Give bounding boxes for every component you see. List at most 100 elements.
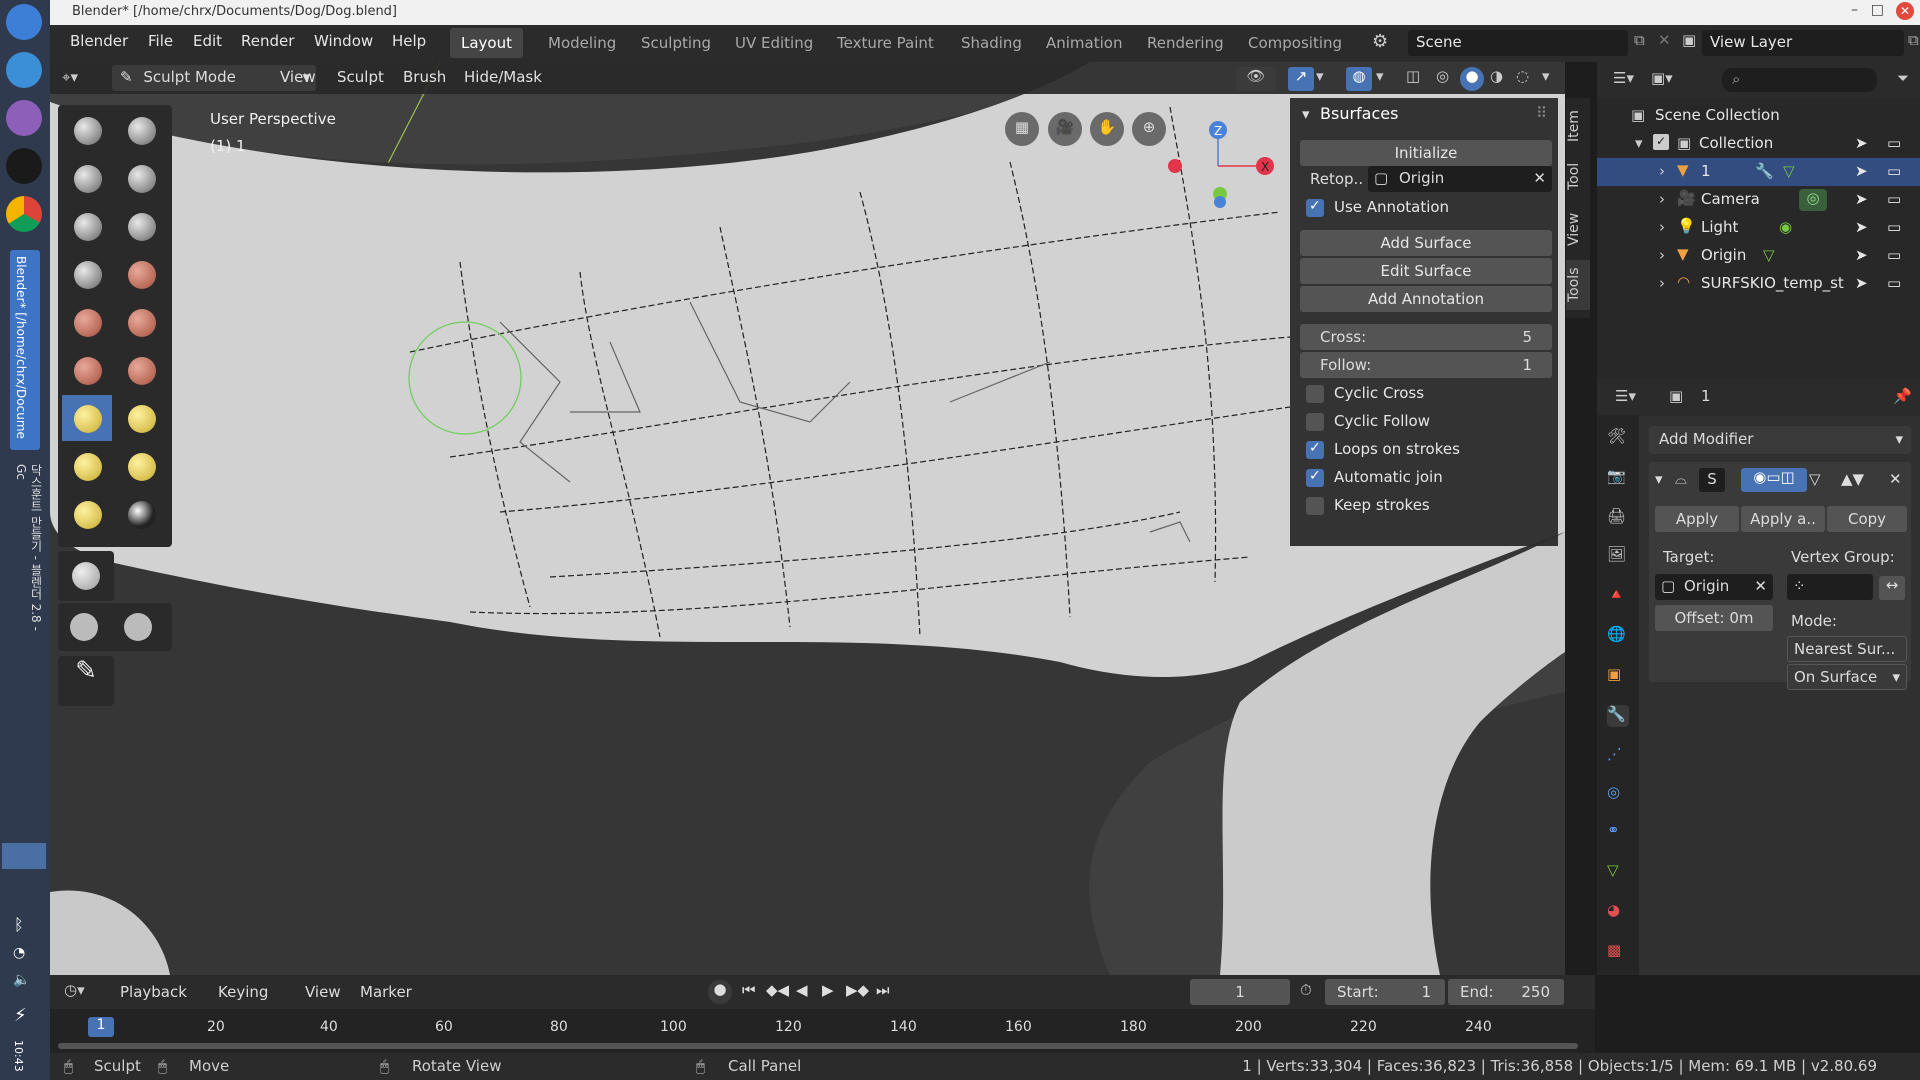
wrap-mode-dropdown[interactable]: Nearest Sur... [1787,636,1907,662]
tab-compositing[interactable]: Compositing [1237,28,1353,58]
expand-icon[interactable]: › [1659,162,1665,180]
view-layer-selector[interactable]: View Layer [1702,30,1904,56]
flatten-brush-icon[interactable] [62,299,112,345]
snake-hook-brush-icon[interactable] [116,395,166,441]
jump-end-icon[interactable]: ⏭ [876,981,890,999]
cross-field[interactable]: Cross: 5 [1300,324,1552,350]
menu-playback[interactable]: Playback [120,983,187,1001]
scrape-brush-icon[interactable] [62,347,112,393]
close-icon[interactable]: ✕ [1896,2,1914,20]
tab-shading[interactable]: Shading [950,28,1033,58]
monitor-icon[interactable]: ▭ [1887,134,1901,152]
use-annotation-checkbox[interactable] [1306,198,1324,217]
visibility-icon[interactable]: 👁 [1236,67,1276,91]
ortho-toggle-icon[interactable]: ▦ [1005,112,1039,146]
bluetooth-icon[interactable]: ᛒ [14,915,24,934]
menu-view[interactable]: View [280,68,316,86]
mask-brush-icon[interactable] [116,491,166,537]
expand-icon[interactable]: › [1659,190,1665,208]
terminal-icon[interactable] [6,148,42,184]
jump-keyframe-forward-icon[interactable]: ▶◆ [846,981,869,999]
outliner-row-camera[interactable]: › 🎥 Camera ◎ ➤ ▭ [1597,186,1920,214]
outliner-row-object-1[interactable]: › ▼ 1 🔧 ▽ ➤ ▭ [1597,158,1920,186]
jump-start-icon[interactable]: ⏮ [742,981,756,999]
menu-hide-mask[interactable]: Hide/Mask [464,68,542,86]
modifier-visibility-toggles[interactable]: ◉▭◫ [1741,468,1807,492]
zoom-icon[interactable]: ⊕ [1132,112,1166,146]
edit-cage-icon[interactable]: ▽ [1809,470,1821,488]
minimize-icon[interactable]: – [1851,2,1858,18]
select-arrow-icon[interactable]: ➤ [1855,162,1868,180]
properties-editor-icon[interactable]: ☰▾ [1615,387,1636,405]
tab-modeling[interactable]: Modeling [537,28,627,58]
tab-uv-editing[interactable]: UV Editing [724,28,824,58]
files-icon[interactable] [6,100,42,136]
collapse-icon[interactable]: ▾ [1302,105,1310,123]
target-object-field[interactable]: ▢ Origin ✕ [1655,574,1773,600]
cyclic-cross-checkbox[interactable] [1306,385,1324,403]
menu-edit[interactable]: Edit [193,32,222,50]
pan-hand-icon[interactable]: ✋ [1090,112,1124,146]
pinch-brush-icon[interactable] [116,347,166,393]
retop-object-field[interactable]: ▢ Origin ✕ [1368,166,1552,192]
end-frame-field[interactable]: End: 250 [1448,979,1564,1005]
select-arrow-icon[interactable]: ➤ [1855,274,1868,292]
new-view-layer-icon[interactable]: ⧉ [1908,31,1919,49]
maximize-icon[interactable]: □ [1871,2,1884,18]
initialize-button[interactable]: Initialize [1300,140,1552,166]
menu-blender[interactable]: Blender [70,32,128,50]
tab-item[interactable]: Item [1566,104,1590,148]
texture-icon[interactable]: ▩ [1607,941,1629,963]
add-surface-button[interactable]: Add Surface [1300,230,1552,256]
modifier-wrench-icon[interactable]: 🔧 [1755,162,1774,180]
render-icon[interactable]: 📷 [1607,467,1629,489]
select-arrow-icon[interactable]: ➤ [1855,218,1868,236]
object-data-icon[interactable]: ▽ [1607,861,1629,883]
select-arrow-icon[interactable]: ➤ [1855,134,1868,152]
record-icon[interactable]: ● [708,980,732,1004]
remove-modifier-icon[interactable]: ✕ [1889,470,1902,488]
invert-vertex-group-icon[interactable]: ↔ [1879,576,1905,600]
monitor-icon[interactable]: ▭ [1887,162,1901,180]
current-frame-field[interactable]: 1 [1190,979,1290,1005]
search-input[interactable]: ⌕ [1722,68,1877,92]
tool-settings-icon[interactable]: 🛠 [1607,427,1629,449]
workspace-indicator[interactable] [2,843,46,869]
modifier-name-field[interactable]: S [1699,468,1725,492]
timeline-ruler[interactable]: 1 20 40 60 80 100 120 140 160 180 200 22… [50,1009,1595,1053]
volume-icon[interactable]: 🔈 [13,972,30,988]
monitor-icon[interactable]: ▭ [1887,274,1901,292]
editor-type-icon[interactable]: ⌖▾ [62,68,78,86]
collapse-icon[interactable]: ▾ [1655,470,1663,488]
overlay-dropdown-icon[interactable]: ▾ [1376,67,1384,85]
object-icon[interactable]: ▣ [1607,665,1629,687]
chrome-icon[interactable] [6,196,42,232]
browser-icon[interactable] [6,52,42,88]
clay-strips-brush-icon[interactable] [62,155,112,201]
tab-tool[interactable]: Tool [1566,154,1590,198]
outliner-row-light[interactable]: › 💡 Light ◉ ➤ ▭ [1597,214,1920,242]
menu-view[interactable]: View [305,983,341,1001]
view-layer-icon[interactable]: 🖼 [1607,545,1629,567]
menu-marker[interactable]: Marker [360,983,412,1001]
shading-dropdown-icon[interactable]: ▾ [1542,67,1550,85]
tab-texture-paint[interactable]: Texture Paint [826,28,945,58]
copy-button[interactable]: Copy [1827,506,1907,532]
follow-field[interactable]: Follow: 1 [1300,352,1552,378]
pin-icon[interactable]: 📌 [1893,387,1912,405]
mesh-data-icon[interactable]: ▽ [1763,246,1775,264]
battery-icon[interactable]: ⚡ [14,1005,27,1026]
gizmo-z-negative[interactable] [1214,196,1226,208]
play-icon[interactable]: ▶ [822,981,834,999]
display-mode-icon[interactable]: ▣▾ [1651,69,1673,87]
modifiers-icon[interactable]: 🔧 [1607,705,1629,727]
select-arrow-icon[interactable]: ➤ [1855,246,1868,264]
expand-icon[interactable]: › [1659,274,1665,292]
outliner-row-collection[interactable]: ▾ ✓ ▣ Collection ➤ ▭ [1597,130,1920,158]
tab-sculpting[interactable]: Sculpting [630,28,722,58]
delete-scene-icon[interactable]: ✕ [1658,31,1671,49]
expand-icon[interactable]: › [1659,246,1665,264]
light-data-icon[interactable]: ◉ [1779,218,1792,236]
menu-render[interactable]: Render [241,32,294,50]
annotate-tool-icon[interactable]: ✎ [58,656,114,706]
